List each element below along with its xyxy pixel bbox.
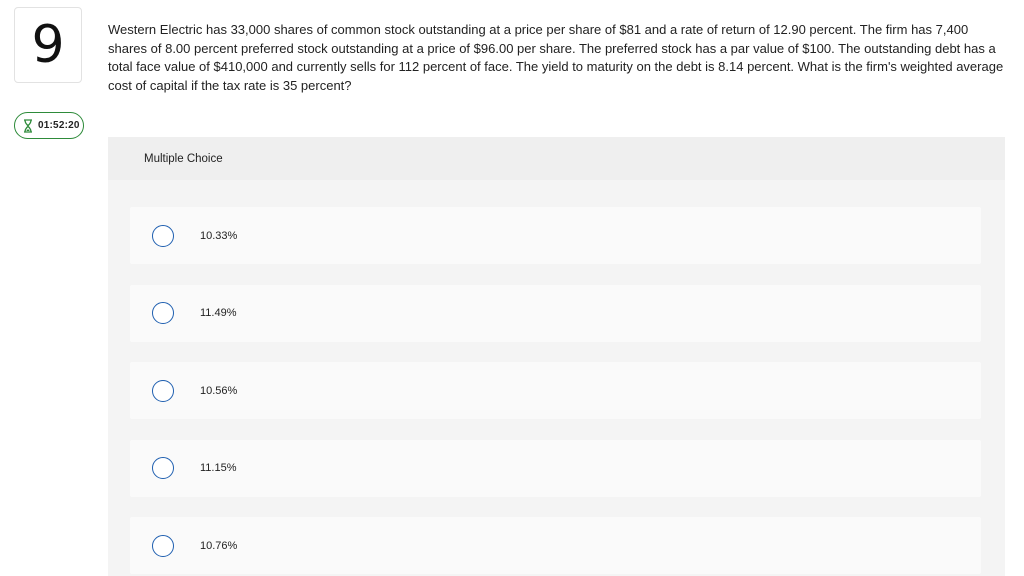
choice-label: 10.33%	[200, 229, 238, 242]
choice-label: 10.76%	[200, 539, 238, 552]
question-number-box: 9	[14, 7, 82, 83]
choice-option[interactable]: 11.15%	[130, 439, 981, 497]
radio-button[interactable]	[152, 534, 174, 557]
choice-list: 10.33% 11.49% 10.56% 11.15% 10.76%	[130, 207, 981, 576]
hourglass-icon	[23, 118, 33, 133]
timer-badge[interactable]: 01:52:20	[14, 112, 84, 139]
question-number: 9	[31, 15, 65, 75]
choice-option[interactable]: 11.49%	[130, 284, 981, 342]
choice-label: 11.15%	[200, 462, 237, 474]
radio-button[interactable]	[152, 224, 174, 247]
multiple-choice-header: Multiple Choice	[108, 137, 1005, 180]
choice-label: 11.49%	[200, 307, 237, 319]
choice-option[interactable]: 10.33%	[130, 207, 981, 264]
question-page: 9 01:52:20 Western Electric has 33,000 s…	[0, 0, 1024, 576]
radio-button[interactable]	[152, 379, 174, 402]
choice-option[interactable]: 10.76%	[130, 517, 981, 574]
timer-value: 01:52:20	[38, 120, 80, 131]
question-text: Western Electric has 33,000 shares of co…	[108, 22, 1004, 93]
choice-label: 10.56%	[200, 384, 238, 397]
choice-option[interactable]: 10.56%	[130, 362, 981, 419]
radio-button[interactable]	[152, 457, 174, 479]
radio-button[interactable]	[152, 302, 174, 324]
multiple-choice-panel: Multiple Choice 10.33% 11.49% 10.56% 11.…	[108, 137, 1005, 576]
